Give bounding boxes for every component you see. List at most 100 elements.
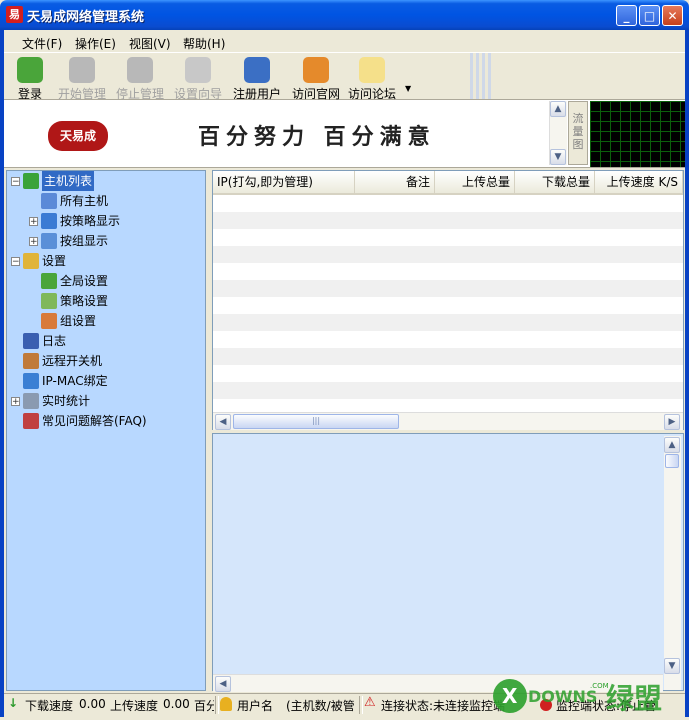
empty-table-row <box>213 195 683 212</box>
host-list-icon <box>23 173 39 189</box>
scroll-right-icon[interactable]: ▶ <box>664 414 680 430</box>
expand-icon[interactable]: + <box>29 236 38 246</box>
tree-item[interactable]: 全局设置 <box>11 271 147 291</box>
download-arrow-icon: ↓ <box>8 696 19 710</box>
tree-item-label[interactable]: IP-MAC绑定 <box>42 371 108 391</box>
host-table-hscrollbar[interactable]: ◀ ||| ▶ <box>213 412 683 430</box>
toolbar-button-5[interactable]: 访问官网 <box>292 57 340 102</box>
tree-item-label[interactable]: 主机列表 <box>42 171 95 191</box>
column-header[interactable]: 上传总量 <box>435 171 515 193</box>
toolbar-button-6[interactable]: 访问论坛 <box>348 57 396 102</box>
remote-power-icon <box>23 353 39 369</box>
maximize-button[interactable]: □ <box>639 5 660 26</box>
tree-item[interactable]: 组设置 <box>11 311 147 331</box>
expand-icon[interactable]: + <box>29 216 38 226</box>
collapse-icon[interactable]: − <box>11 256 20 266</box>
detail-scroll-left-icon[interactable]: ◀ <box>215 676 231 692</box>
toolbar-button-2[interactable]: 停止管理 <box>116 57 164 102</box>
detail-pane <box>212 433 684 691</box>
policy-settings-icon <box>41 293 57 309</box>
menu-help[interactable]: 帮助(H) <box>183 35 225 52</box>
tree-item-label[interactable]: 策略设置 <box>60 291 108 311</box>
toolbar-button-3[interactable]: 设置向导 <box>174 57 222 102</box>
app-icon[interactable]: 易 <box>6 6 23 23</box>
menu-file[interactable]: 文件(F) <box>22 35 62 52</box>
stop-icon <box>127 57 153 83</box>
tree-item-label[interactable]: 远程开关机 <box>42 351 102 371</box>
login-icon <box>17 57 43 83</box>
tree-item-label[interactable]: 日志 <box>42 331 66 351</box>
home-icon <box>303 57 329 83</box>
download-speed-value: 0.00 <box>79 697 106 711</box>
tree-item[interactable]: 常见问题解答(FAQ) <box>11 411 147 431</box>
user-icon <box>244 57 270 83</box>
column-header[interactable]: 上传速度 K/S <box>595 171 683 193</box>
empty-table-row <box>213 314 683 331</box>
menu-view[interactable]: 视图(V) <box>129 35 171 52</box>
empty-table-row <box>213 382 683 399</box>
window-frame-right <box>685 30 689 717</box>
tree-item-label[interactable]: 按组显示 <box>60 231 108 251</box>
user-icon <box>220 697 232 711</box>
menu-operation[interactable]: 操作(E) <box>75 35 116 52</box>
upload-speed-label: 上传速度 <box>110 699 159 713</box>
tree-item[interactable]: + 按组显示 <box>11 231 147 251</box>
detail-pane-vscrollbar[interactable]: ▲ ▼ <box>664 436 681 690</box>
tree-item[interactable]: IP-MAC绑定 <box>11 371 147 391</box>
scroll-left-icon[interactable]: ◀ <box>215 414 231 430</box>
hscroll-thumb[interactable]: ||| <box>233 414 399 429</box>
hosts-count-label: (主机数/被管 <box>286 699 355 713</box>
tree-item-label[interactable]: 全局设置 <box>60 271 108 291</box>
faq-icon <box>23 413 39 429</box>
username-label: 用户名 <box>237 699 274 713</box>
toolbar-button-1[interactable]: 开始管理 <box>58 57 106 102</box>
all-hosts-icon <box>41 193 57 209</box>
forum-icon <box>359 57 385 83</box>
scroll-up-icon[interactable]: ▲ <box>664 437 680 453</box>
wizard-icon <box>185 57 211 83</box>
vscroll-thumb[interactable] <box>665 454 679 468</box>
upload-speed-value: 0.00 <box>163 697 190 711</box>
group-display-icon <box>41 233 57 249</box>
status-separator <box>359 696 363 714</box>
tree-item[interactable]: + 按策略显示 <box>11 211 147 231</box>
toolbar-button-0[interactable]: 登录 <box>17 57 43 102</box>
column-header[interactable]: IP(打勾,即为管理) <box>213 171 355 193</box>
tree-item[interactable]: 策略设置 <box>11 291 147 311</box>
column-header[interactable]: 下载总量 <box>515 171 595 193</box>
tree-item-label[interactable]: 按策略显示 <box>60 211 120 231</box>
empty-table-row <box>213 365 683 382</box>
banner-scroll-down-icon[interactable]: ▼ <box>550 149 566 165</box>
empty-table-row <box>213 263 683 280</box>
banner-scroll-up-icon[interactable]: ▲ <box>550 101 566 117</box>
tree-item-label[interactable]: 所有主机 <box>60 191 108 211</box>
percent-label: 百分 <box>194 699 214 713</box>
banner-scrollbar[interactable]: ▲ ▼ <box>549 101 567 165</box>
warning-icon: ⚠ <box>364 695 376 710</box>
flow-graph-tab[interactable]: 流量图 <box>568 101 588 165</box>
empty-table-row <box>213 212 683 229</box>
tree-item[interactable]: − 设置 <box>11 251 147 271</box>
column-header[interactable]: 备注 <box>355 171 435 193</box>
tree-item[interactable]: 所有主机 <box>11 191 147 211</box>
close-button[interactable]: ✕ <box>662 5 683 26</box>
tree-item-label[interactable]: 设置 <box>42 251 66 271</box>
tree-item-label[interactable]: 常见问题解答(FAQ) <box>42 411 147 431</box>
expand-icon[interactable]: + <box>11 396 20 406</box>
tree-item[interactable]: 日志 <box>11 331 147 351</box>
toolbar-button-4[interactable]: 注册用户 <box>233 57 281 102</box>
download-speed-label: 下载速度 <box>25 699 74 713</box>
log-icon <box>23 333 39 349</box>
tree-item[interactable]: − 主机列表 <box>11 171 147 191</box>
toolbar-overflow-chevron-icon[interactable]: ▼ <box>405 84 411 93</box>
toolbar <box>4 52 685 100</box>
tree-item[interactable]: 远程开关机 <box>11 351 147 371</box>
tree-item[interactable]: + 实时统计 <box>11 391 147 411</box>
minimize-button[interactable]: _ <box>616 5 637 26</box>
collapse-icon[interactable]: − <box>11 176 20 186</box>
traffic-graph <box>590 101 685 167</box>
window-title: 天易成网络管理系统 <box>27 10 145 25</box>
tree-item-label[interactable]: 组设置 <box>60 311 96 331</box>
tree-item-label[interactable]: 实时统计 <box>42 391 90 411</box>
toolbar-grip-decoration <box>470 53 494 99</box>
